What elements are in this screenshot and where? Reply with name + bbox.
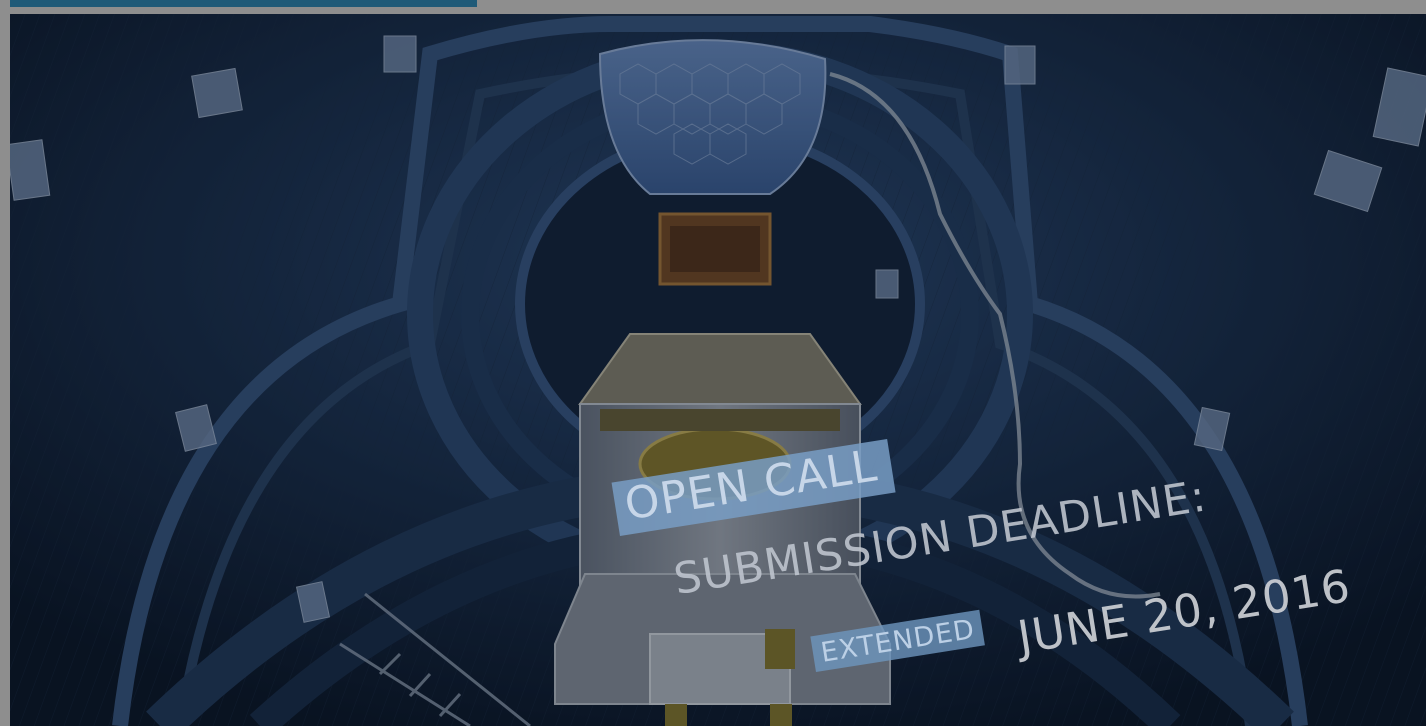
page: OPEN CALL SUBMISSION DEADLINE: EXTENDED … [0, 0, 1426, 726]
spacecraft-chamber-image [10, 14, 1426, 726]
hero-banner[interactable]: OPEN CALL SUBMISSION DEADLINE: EXTENDED … [10, 14, 1426, 726]
top-accent-bar [10, 0, 477, 7]
